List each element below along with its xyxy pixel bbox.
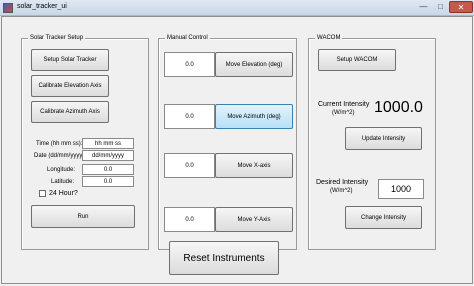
panel-title: WACOM [315,35,343,41]
move-x-axis-button[interactable]: Move X-axis [215,153,293,178]
latitude-input[interactable]: 0.0 [82,176,134,187]
elevation-input[interactable]: 0.0 [164,52,215,77]
calibrate-azimuth-button[interactable]: Calibrate Azimuth Axis [31,101,109,123]
setup-wacom-button[interactable]: Setup WACOM [318,49,396,71]
panel-title: Solar Tracker Setup [28,35,86,41]
desired-intensity-input[interactable]: 1000 [378,179,424,199]
move-azimuth-button[interactable]: Move Azimuth (deg) [215,104,293,129]
date-label: Date (dd/mm/yyyy): [34,153,87,159]
y-axis-input[interactable]: 0.0 [164,207,215,232]
update-intensity-button[interactable]: Update Intensity [345,127,422,150]
current-intensity-value: 1000.0 [374,99,423,116]
longitude-label: Longitude: [47,167,76,173]
desired-intensity-unit: (W/m^2) [330,188,353,194]
move-elevation-button[interactable]: Move Elevation (deg) [215,52,293,77]
maximize-button[interactable]: □ [432,1,449,13]
hour24-label: 24 Hour? [49,190,78,197]
wacom-panel: WACOM Setup WACOM Current Intensity (W/m… [308,35,436,250]
solar-tracker-setup-panel: Solar Tracker Setup Setup Solar Tracker … [21,35,149,250]
change-intensity-button[interactable]: Change Intensity [345,206,422,229]
reset-instruments-button[interactable]: Reset Instruments [169,241,279,275]
longitude-input[interactable]: 0.0 [82,164,134,175]
window-title: solar_tracker_ui [17,3,67,10]
run-button[interactable]: Run [31,205,135,228]
panel-title: Manual Control [165,35,210,41]
calibrate-elevation-button[interactable]: Calibrate Elevation Axis [31,75,109,97]
minimize-button[interactable]: — [415,1,432,13]
latitude-label: Latitude: [51,179,75,185]
window-client-area: Solar Tracker Setup Setup Solar Tracker … [1,16,473,284]
current-intensity-unit: (W/m^2) [332,110,355,116]
date-input[interactable]: dd/mm/yyyy [82,150,134,161]
current-intensity-label: Current Intensity [318,101,370,108]
move-y-axis-button[interactable]: Move Y-Axis [215,207,293,232]
title-bar: solar_tracker_ui — □ ✕ [0,0,474,16]
setup-solar-tracker-button[interactable]: Setup Solar Tracker [31,49,109,71]
time-label: Time (hh mm ss): [36,141,83,147]
x-axis-input[interactable]: 0.0 [164,153,215,178]
close-button[interactable]: ✕ [449,1,473,13]
matlab-app-icon [3,3,13,13]
desired-intensity-label: Desired Intensity [316,179,369,186]
hour24-checkbox[interactable] [39,190,46,197]
manual-control-panel: Manual Control 0.0 Move Elevation (deg) … [158,35,297,250]
azimuth-input[interactable]: 0.0 [164,104,215,129]
time-input[interactable]: hh mm ss [82,138,134,149]
